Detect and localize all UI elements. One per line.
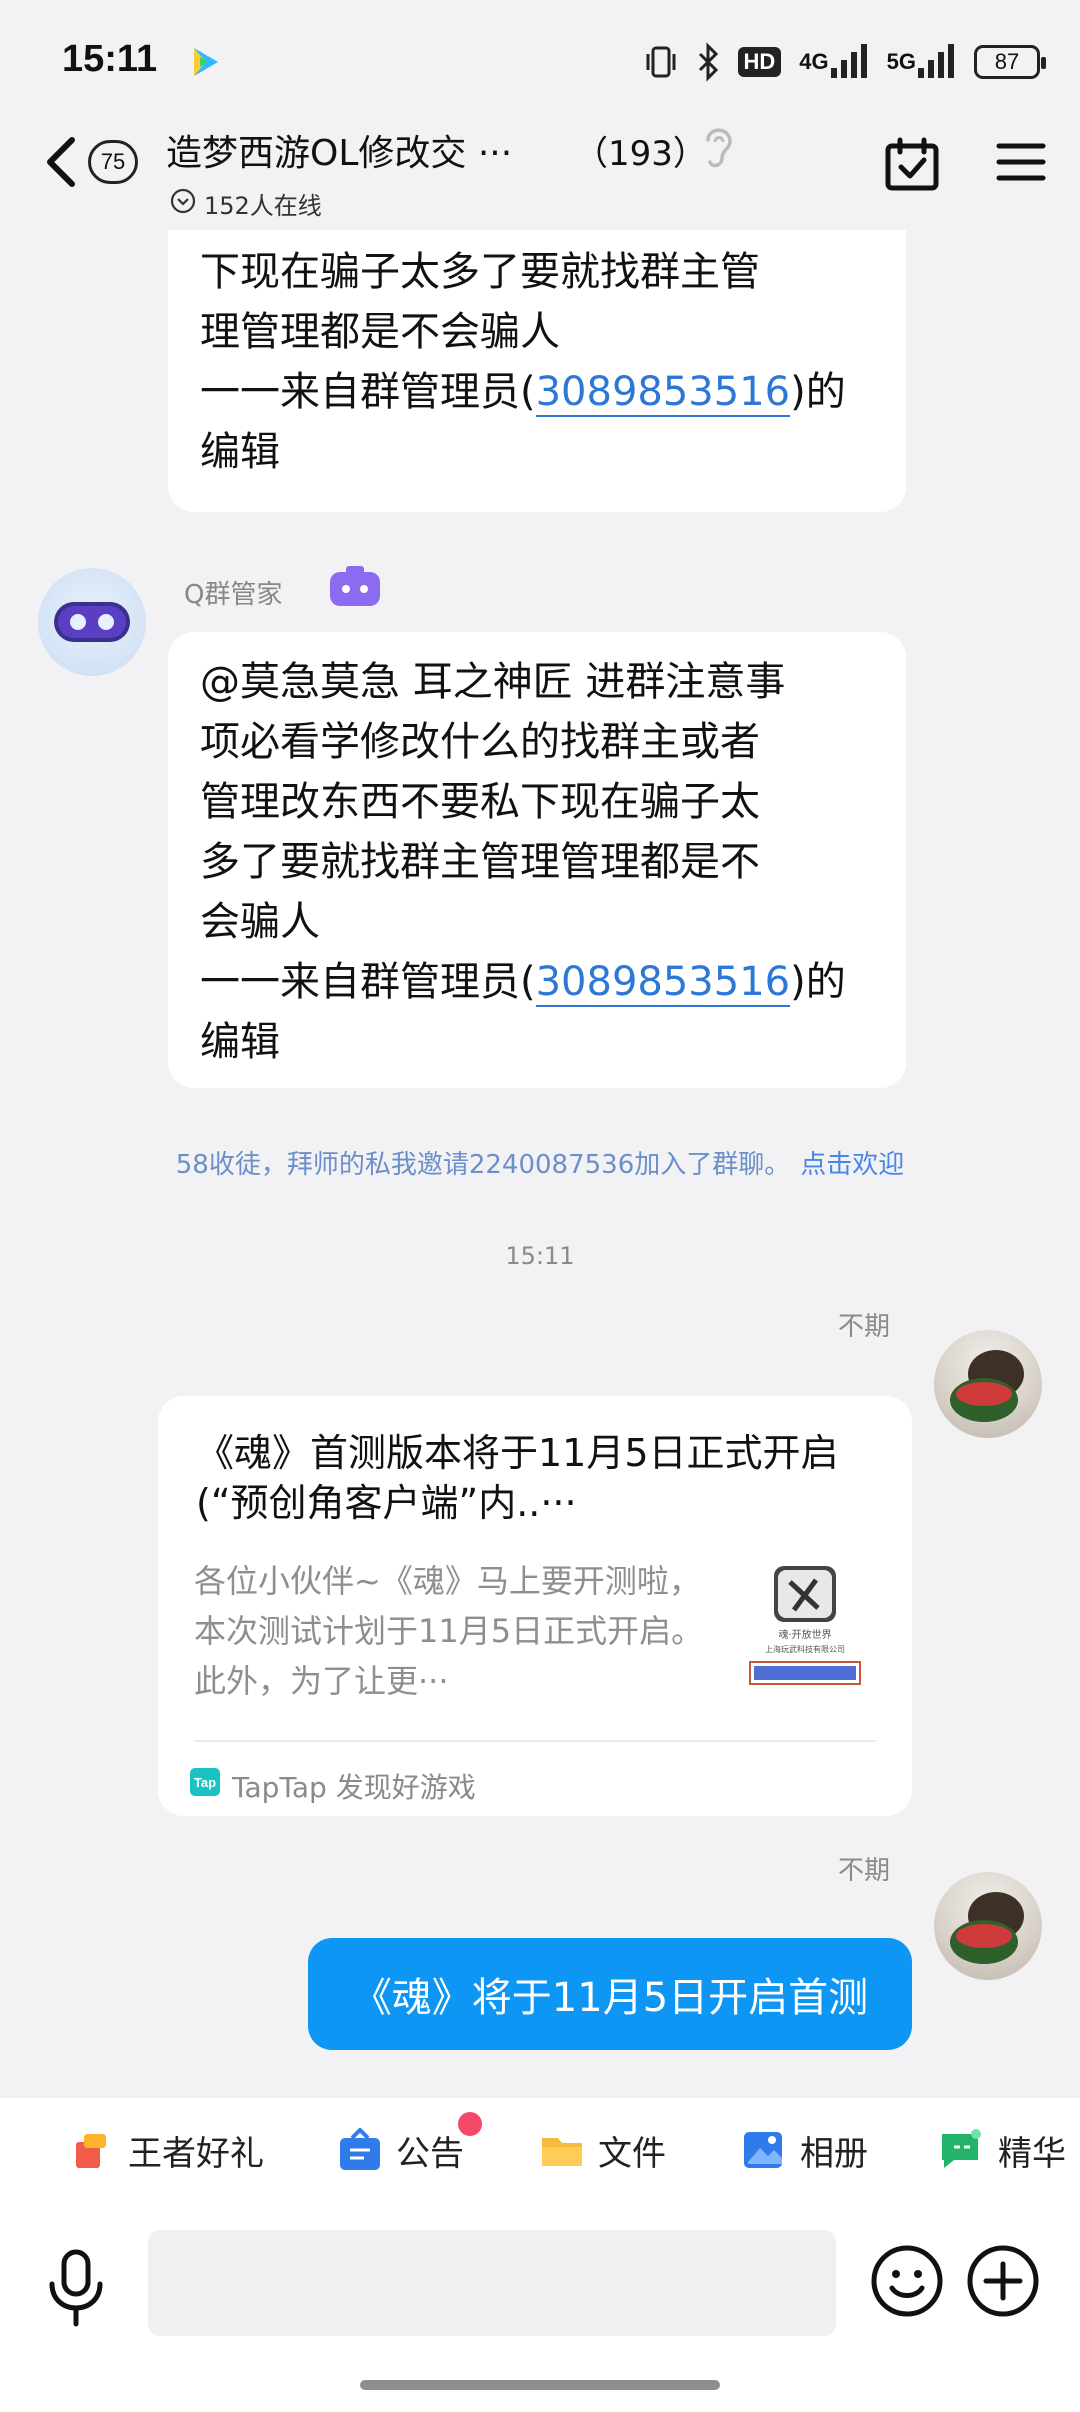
avatar-photo [950,1350,1024,1422]
message-footer: 一一来自群管理员(3089853516)的 [200,952,874,1012]
folder-icon [542,2138,582,2166]
signal-bars-icon [830,44,867,78]
thumb-caption: 魂·开放世界 [778,1628,831,1641]
message-line: 编辑 [200,429,280,475]
member-count: （193） [574,134,707,174]
bot-avatar[interactable] [38,568,146,676]
card-thumbnail: 魂·开放世界 上海玩武科技有限公司 [749,1566,861,1685]
tool-label: 文件 [598,2133,666,2174]
notification-dot [458,2112,482,2136]
battery-indicator: 87 [974,45,1046,79]
sender-name[interactable]: Q群管家 [184,574,282,611]
vibrate-icon [646,46,675,78]
thumb-publisher: 上海玩武科技有限公司 [765,1644,845,1654]
essence-icon [942,2129,981,2168]
chat-header: 75 造梦西游OL修改交 ··· （193） 152人在线 [0,110,1080,230]
tool-album[interactable]: 相册 [742,2124,868,2176]
robot-badge-icon [330,566,380,606]
message-list[interactable]: 下现在骗子太多了要就找群主管 理管理都是不会骗人 一一来自群管理员(308985… [0,230,1080,2098]
user-avatar[interactable] [934,1872,1042,1980]
album-icon [744,2132,782,2168]
welcome-link[interactable]: 点击欢迎 [800,1150,904,1180]
tool-files[interactable]: 文件 [540,2124,666,2176]
time-separator: 15:11 [505,1242,575,1270]
link-card[interactable]: 《魂》首测版本将于11月5日正式开启(“预创角客户端”内..··· 各位小伙伴~… [158,1396,912,1816]
announcement-icon [340,2128,380,2170]
group-name[interactable]: 造梦西游OL修改交 ··· [166,124,512,176]
footer-prefix: 一一来自群管理员( [200,369,536,415]
status-bar: 15:11 HD 4G 5G 87 [0,0,1080,120]
card-title: 《魂》首测版本将于11月5日正式开启(“预创角客户端”内..··· [196,1431,839,1525]
message-line: 编辑 [200,1019,280,1065]
tool-announcement[interactable]: 公告 [338,2124,464,2176]
message-bubble[interactable]: 下现在骗子太多了要就找群主管 理管理都是不会骗人 一一来自群管理员(308985… [168,230,906,512]
input-bar [0,2202,1080,2412]
gift-icon [76,2134,106,2168]
message-footer: 一一来自群管理员(3089853516)的 [200,362,874,422]
system-notice-text: 58收徒，拜师的私我邀请2240087536加入了群聊。 [175,1150,791,1180]
taptap-icon: Tap [190,1768,220,1796]
avatar-photo [950,1892,1024,1964]
message-line: 理管理都是不会骗人 [200,309,560,355]
microphone-icon[interactable] [44,2248,108,2328]
user-avatar[interactable] [934,1330,1042,1438]
message-line: @莫急莫急 耳之神匠 进群注意事 [200,659,786,705]
unread-count-badge[interactable]: 75 [88,140,138,184]
signal-bars-icon [918,44,954,78]
tool-label: 精华 [998,2133,1066,2174]
message-line: 管理改东西不要私下现在骗子太 [200,779,760,825]
back-arrow-icon[interactable] [40,132,84,192]
sender-name[interactable]: 不期 [838,1306,890,1343]
bluetooth-icon [698,42,718,82]
message-line: 下现在骗子太多了要就找群主管 [200,249,760,295]
calendar-check-icon[interactable] [884,136,940,192]
card-source: TapTap 发现好游戏 [232,1771,476,1804]
system-notice: 58收徒，拜师的私我邀请2240087536加入了群聊。 点击欢迎 [0,1144,1080,1181]
message-line: 项必看学修改什么的找群主或者 [200,719,760,765]
ear-icon[interactable] [700,122,736,172]
quick-tools-bar[interactable]: 王者好礼 公告 文件 相册 精华 [0,2098,1080,2202]
home-indicator[interactable] [360,2380,720,2390]
footer-suffix: )的 [790,369,846,415]
message-line: 会骗人 [200,899,320,945]
tool-label: 王者好礼 [128,2133,264,2174]
status-icons: HD 4G 5G 87 [644,40,1046,84]
own-message-bubble[interactable]: 《魂》将于11月5日开启首测 [308,1938,912,2050]
tool-essence[interactable]: 精华 [940,2124,1066,2176]
plus-icon[interactable] [966,2244,1040,2318]
online-count[interactable]: 152人在线 [204,186,322,221]
battery-level: 87 [994,49,1020,74]
tool-gift[interactable]: 王者好礼 [70,2124,264,2176]
card-description: 各位小伙伴~《魂》马上要开测啦，本次测试计划于11月5日正式开启。此外，为了让更… [194,1562,704,1700]
hd-badge: HD [737,47,782,77]
online-chevron-icon[interactable] [170,188,196,214]
message-input[interactable] [148,2230,836,2336]
message-line: 多了要就找群主管理管理都是不 [200,839,760,885]
robot-face-icon [54,602,130,642]
card-divider [194,1740,876,1742]
status-time: 15:11 [62,38,158,80]
sender-name[interactable]: 不期 [838,1850,890,1887]
tool-label: 相册 [800,2133,868,2174]
menu-icon[interactable] [996,140,1046,184]
emoji-icon[interactable] [870,2244,944,2318]
signal-4g: 4G [799,42,868,82]
footer-suffix: )的 [790,959,846,1005]
signal-5g: 5G [887,42,956,82]
message-bubble[interactable]: @莫急莫急 耳之神匠 进群注意事 项必看学修改什么的找群主或者 管理改东西不要私… [168,632,906,1088]
admin-id-link[interactable]: 3089853516 [535,369,791,417]
footer-prefix: 一一来自群管理员( [200,959,536,1005]
tool-label: 公告 [396,2133,464,2174]
video-app-icon [194,48,218,76]
admin-id-link[interactable]: 3089853516 [535,959,791,1007]
